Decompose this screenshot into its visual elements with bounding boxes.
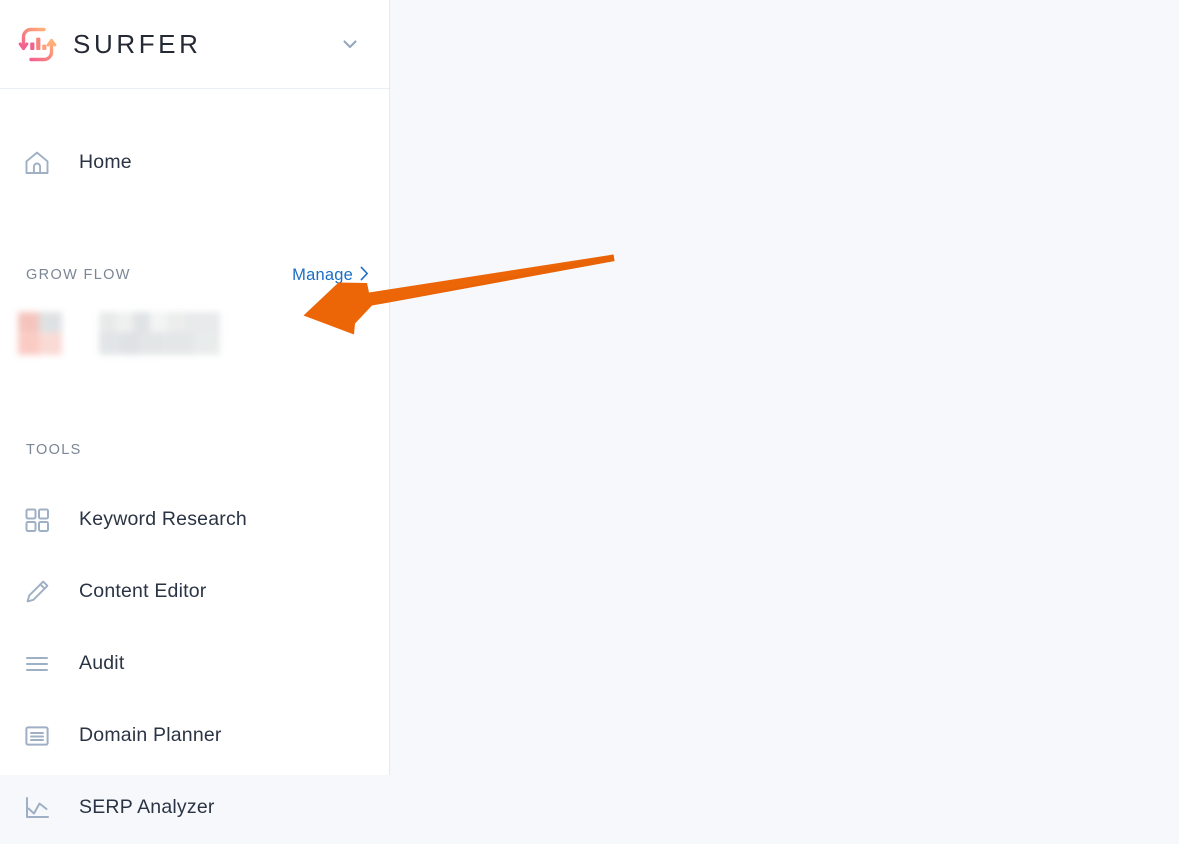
line-chart-icon: [22, 793, 58, 823]
grow-flow-section-header: GROW FLOW Manage: [0, 264, 389, 286]
sidebar-item-domain-planner[interactable]: Domain Planner: [0, 700, 389, 772]
manage-label: Manage: [292, 265, 353, 284]
blurred-thumbnail-pink-icon: [18, 312, 62, 355]
sidebar-item-label-audit: Audit: [79, 652, 125, 675]
tools-title: TOOLS: [26, 441, 82, 458]
grow-flow-items[interactable]: [0, 312, 389, 355]
chevron-right-icon: [360, 266, 369, 285]
sidebar-item-serp-analyzer[interactable]: SERP Analyzer: [0, 772, 389, 844]
home-icon: [22, 148, 58, 178]
grow-flow-title: GROW FLOW: [26, 266, 131, 283]
main-content-area: [390, 0, 1179, 775]
sidebar-item-audit[interactable]: Audit: [0, 628, 389, 700]
sidebar-item-label-domain-planner: Domain Planner: [79, 724, 222, 747]
sidebar-item-label-content-editor: Content Editor: [79, 580, 207, 603]
sidebar-header: SURFER: [0, 0, 389, 89]
blurred-text-placeholder-icon: [99, 312, 220, 355]
tools-section-header: TOOLS: [0, 439, 389, 461]
sidebar-item-label-keyword-research: Keyword Research: [79, 508, 247, 531]
tools-list: Keyword Research Content Editor Audit Do…: [0, 484, 389, 844]
brand-name: SURFER: [73, 29, 202, 59]
sidebar-item-label-serp-analyzer: SERP Analyzer: [79, 796, 215, 819]
pencil-icon: [22, 577, 58, 607]
document-lines-icon: [22, 721, 58, 751]
chevron-down-icon[interactable]: [337, 31, 363, 57]
grid-squares-icon: [22, 505, 58, 535]
surfer-logo-icon: [16, 23, 59, 66]
sidebar: SURFER Home GROW FLOW Manage TOOLS Keywo…: [0, 0, 390, 818]
sidebar-nav: Home GROW FLOW Manage TOOLS Keyword Rese…: [0, 134, 389, 844]
app-root: SURFER Home GROW FLOW Manage TOOLS Keywo…: [0, 0, 1179, 818]
sidebar-item-label-home: Home: [79, 151, 132, 174]
sidebar-item-home[interactable]: Home: [0, 134, 389, 192]
sidebar-item-content-editor[interactable]: Content Editor: [0, 556, 389, 628]
hamburger-lines-icon: [22, 649, 58, 679]
brand[interactable]: SURFER: [16, 23, 337, 66]
sidebar-item-keyword-research[interactable]: Keyword Research: [0, 484, 389, 556]
grow-flow-manage-link[interactable]: Manage: [292, 266, 369, 285]
